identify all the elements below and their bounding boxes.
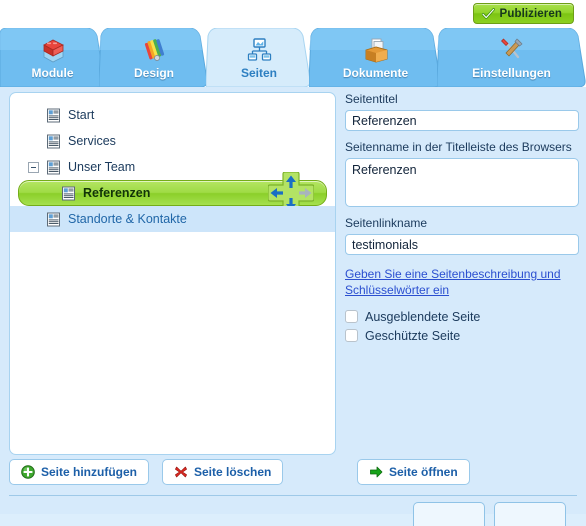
delete-page-label: Seite löschen <box>194 465 272 479</box>
red-x-icon <box>175 466 187 478</box>
tree-item-referenzen[interactable]: Referenzen <box>18 172 327 214</box>
page-icon <box>47 108 60 122</box>
tab-dokumente[interactable]: Dokumente <box>309 28 442 87</box>
page-linkname-label: Seitenlinkname <box>345 216 428 230</box>
page-icon <box>47 160 60 174</box>
hidden-page-label: Ausgeblendete Seite <box>365 309 481 324</box>
footer-button-left[interactable] <box>413 502 485 526</box>
top-bar: Publizieren <box>0 0 586 28</box>
main-content: Start Services Unser Team Referenzen Sta… <box>0 87 586 526</box>
page-icon <box>47 212 60 226</box>
tree-item-standorte-kontakte[interactable]: Standorte & Kontakte <box>10 206 335 232</box>
page-tree-panel[interactable]: Start Services Unser Team Referenzen Sta… <box>9 92 336 455</box>
footer-button-right[interactable] <box>494 502 566 526</box>
collapse-toggle-icon[interactable] <box>28 161 39 173</box>
protected-page-label: Geschützte Seite <box>365 328 461 343</box>
protected-page-checkbox[interactable] <box>345 329 358 342</box>
hidden-page-checkbox-row[interactable]: Ausgeblendete Seite <box>345 307 579 326</box>
check-icon <box>481 7 495 19</box>
page-icon <box>47 134 60 148</box>
publish-button[interactable]: Publizieren <box>472 3 574 24</box>
tab-design[interactable]: Design <box>99 28 209 87</box>
open-page-button[interactable]: Seite öffnen <box>357 459 470 485</box>
page-title-label: Seitentitel <box>345 92 398 106</box>
tree-item-label: Referenzen <box>83 186 151 200</box>
tab-shape <box>0 28 105 87</box>
tree-item-label: Start <box>68 108 95 122</box>
browser-title-label: Seitenname in der Titelleiste des Browse… <box>345 140 572 154</box>
tab-shape <box>437 28 586 87</box>
add-page-button[interactable]: Seite hinzufügen <box>9 459 149 485</box>
tab-shape <box>99 28 208 87</box>
page-icon <box>62 186 75 200</box>
tree-item-start[interactable]: Start <box>10 102 335 128</box>
page-title-input[interactable] <box>345 110 579 131</box>
separator <box>9 495 577 496</box>
tab-module[interactable]: Module <box>0 28 105 87</box>
delete-page-button[interactable]: Seite löschen <box>162 459 284 485</box>
tab-shape <box>309 28 441 87</box>
plus-circle-icon <box>21 465 35 479</box>
tab-shape <box>206 28 311 87</box>
tab-einstellungen[interactable]: Einstellungen <box>437 28 586 87</box>
tab-bar: Module Design Seiten Dokumente Einstellu… <box>0 28 586 87</box>
browser-title-textarea[interactable] <box>345 158 579 207</box>
tree-item-services[interactable]: Services <box>10 128 335 154</box>
publish-label: Publizieren <box>499 7 562 20</box>
add-page-label: Seite hinzufügen <box>41 465 137 479</box>
tree-item-label: Services <box>68 134 116 148</box>
action-button-row: Seite hinzufügen Seite löschen Seite öff… <box>0 459 586 489</box>
page-linkname-input[interactable] <box>345 234 579 255</box>
protected-page-checkbox-row[interactable]: Geschützte Seite <box>345 326 579 345</box>
tab-seiten[interactable]: Seiten <box>206 28 312 87</box>
page-tree-list: Start Services Unser Team Referenzen Sta… <box>10 102 335 232</box>
open-page-label: Seite öffnen <box>389 465 458 479</box>
hidden-page-checkbox[interactable] <box>345 310 358 323</box>
tree-item-unser-team[interactable]: Unser Team <box>10 154 335 180</box>
page-description-link[interactable]: Geben Sie eine Seitenbeschreibung und Sc… <box>345 266 579 298</box>
tree-item-label: Standorte & Kontakte <box>68 212 187 226</box>
green-arrow-icon <box>370 466 383 478</box>
page-properties-form: Seitentitel Seitenname in der Titelleist… <box>345 92 579 345</box>
tree-item-label: Unser Team <box>68 160 136 174</box>
